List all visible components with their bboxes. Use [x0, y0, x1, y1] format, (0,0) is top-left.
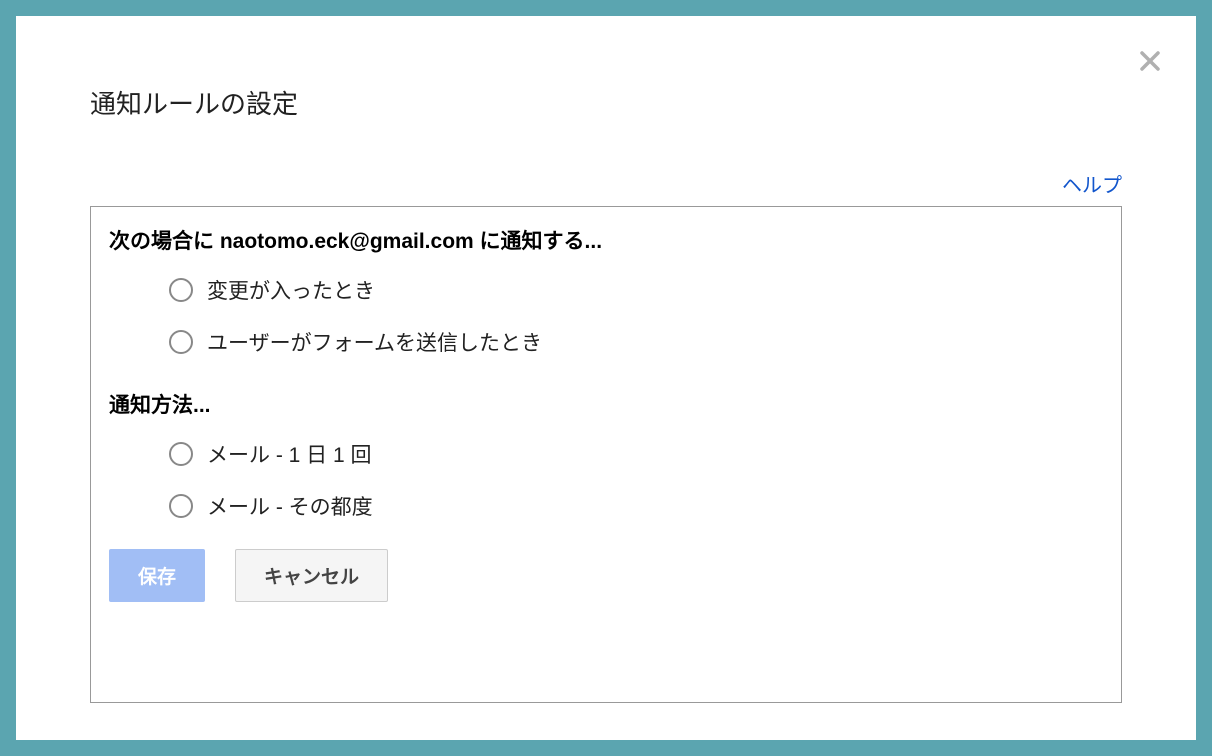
- option-label: メール - 1 日 1 回: [207, 439, 372, 469]
- option-label: メール - その都度: [207, 491, 373, 521]
- notify-when-heading: 次の場合に naotomo.eck@gmail.com に通知する...: [109, 225, 1103, 255]
- radio-icon: [169, 330, 193, 354]
- option-label: ユーザーがフォームを送信したとき: [207, 327, 542, 357]
- settings-box: 次の場合に naotomo.eck@gmail.com に通知する... 変更が…: [90, 206, 1122, 703]
- button-row: 保存 キャンセル: [109, 549, 1103, 602]
- option-label: 変更が入ったとき: [207, 275, 375, 305]
- option-user-submits-form[interactable]: ユーザーがフォームを送信したとき: [169, 327, 1103, 357]
- modal-title: 通知ルールの設定: [90, 84, 1122, 121]
- radio-icon: [169, 278, 193, 302]
- option-email-daily[interactable]: メール - 1 日 1 回: [169, 439, 1103, 469]
- notification-rules-modal: 通知ルールの設定 ヘルプ 次の場合に naotomo.eck@gmail.com…: [16, 16, 1196, 740]
- option-any-changes[interactable]: 変更が入ったとき: [169, 275, 1103, 305]
- option-email-immediately[interactable]: メール - その都度: [169, 491, 1103, 521]
- help-link[interactable]: ヘルプ: [1062, 175, 1122, 197]
- radio-icon: [169, 442, 193, 466]
- notify-method-heading: 通知方法...: [109, 389, 1103, 419]
- radio-icon: [169, 494, 193, 518]
- close-icon[interactable]: [1140, 48, 1160, 76]
- help-link-container: ヘルプ: [90, 169, 1122, 198]
- save-button[interactable]: 保存: [109, 549, 205, 602]
- cancel-button[interactable]: キャンセル: [235, 549, 388, 602]
